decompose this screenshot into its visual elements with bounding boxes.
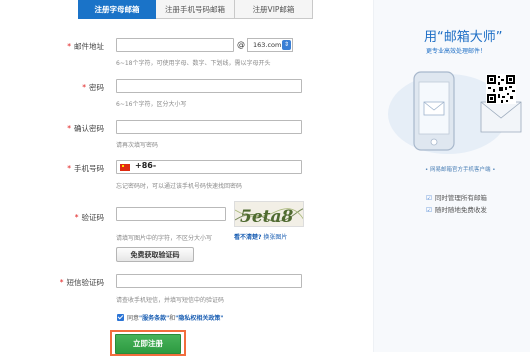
password-hint: 6~16个字符，区分大小写 bbox=[116, 101, 187, 108]
agreement: 同意"服务条款"和"隐私权相关政策" bbox=[117, 313, 224, 322]
refresh-captcha-link[interactable]: 看不清楚? 换张图片 bbox=[234, 232, 287, 241]
confirm-password-input[interactable] bbox=[116, 120, 302, 134]
register-tabs: 注册字母邮箱 注册手机号码邮箱 注册VIP邮箱 bbox=[78, 0, 313, 19]
check-icon: ☑ bbox=[426, 194, 432, 202]
privacy-link[interactable]: "隐私权相关政策" bbox=[175, 315, 223, 322]
chevron-down-icon: ⇕ bbox=[282, 40, 291, 50]
password-input[interactable] bbox=[116, 79, 302, 93]
tab-vip-email[interactable]: 注册VIP邮箱 bbox=[235, 0, 313, 19]
password-label: * 密码 bbox=[82, 83, 104, 92]
sms-code-label: * 短信验证码 bbox=[59, 278, 104, 287]
check-icon: ☑ bbox=[426, 206, 432, 214]
register-button[interactable]: 立即注册 bbox=[115, 334, 181, 354]
captcha-label: * 验证码 bbox=[74, 213, 104, 222]
side-subtitle: 更专业高效处理邮件！ bbox=[426, 48, 487, 55]
email-hint: 6~18个字符，可使用字母、数字、下划线，需以字母开头 bbox=[116, 60, 271, 67]
captcha-text: 5eta8 bbox=[240, 207, 294, 227]
captcha-hint: 请填写图片中的字符，不区分大小写 bbox=[116, 235, 213, 242]
email-input[interactable] bbox=[116, 38, 234, 52]
domain-select[interactable]: 163.com ⇕ bbox=[247, 38, 293, 52]
agree-checkbox[interactable] bbox=[117, 314, 124, 321]
tab-letter-email[interactable]: 注册字母邮箱 bbox=[78, 0, 156, 19]
sms-code-hint: 请查收手机短信，并填写短信中的验证码 bbox=[116, 297, 225, 304]
phone-label: * 手机号码 bbox=[67, 164, 104, 173]
feature-item: ☑ 同时管理所有邮箱 bbox=[426, 194, 487, 202]
china-flag-icon[interactable] bbox=[120, 164, 130, 171]
side-title: 用“邮箱大师” bbox=[424, 30, 503, 45]
country-code: +86- bbox=[135, 161, 157, 170]
phone-hint: 忘记密码时，可以通过该手机号码快速找回密码 bbox=[116, 183, 243, 190]
captcha-input[interactable] bbox=[116, 207, 226, 221]
tab-phone-email[interactable]: 注册手机号码邮箱 bbox=[156, 0, 235, 19]
captcha-image[interactable]: 5eta8 bbox=[234, 201, 304, 227]
confirm-password-label: * 确认密码 bbox=[67, 124, 104, 133]
sms-code-input[interactable] bbox=[116, 274, 302, 288]
email-label: * 邮件地址 bbox=[67, 42, 104, 51]
client-download-link[interactable]: • 网易邮箱官方手机客户端 • bbox=[425, 165, 496, 173]
get-sms-code-button[interactable]: 免费获取验证码 bbox=[116, 247, 194, 262]
feature-item: ☑ 随时随地免费收发 bbox=[426, 206, 487, 214]
confirm-password-hint: 请再次填写密码 bbox=[116, 142, 159, 149]
qr-code-icon[interactable] bbox=[486, 74, 516, 104]
at-sign: @ bbox=[237, 40, 245, 49]
terms-link[interactable]: "服务条款" bbox=[139, 315, 169, 322]
